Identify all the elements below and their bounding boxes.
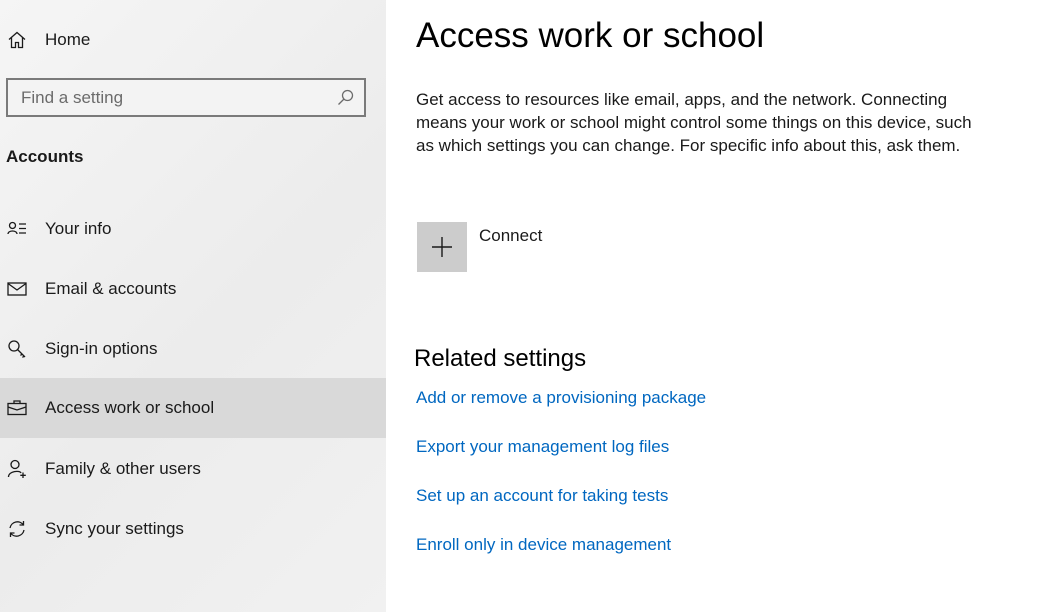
- key-icon: [6, 338, 28, 360]
- sidebar-item-label: Family & other users: [45, 459, 201, 478]
- nav-home[interactable]: Home: [0, 20, 386, 60]
- mail-icon: [6, 278, 28, 300]
- related-settings-title: Related settings: [414, 345, 587, 372]
- sidebar-item-email-accounts[interactable]: Email & accounts: [0, 259, 386, 319]
- settings-window: Home Accounts Your info Email & accounts: [0, 0, 1052, 612]
- page-description: Get access to resources like email, apps…: [416, 90, 972, 155]
- nav-home-label: Home: [45, 30, 91, 49]
- connect-button[interactable]: Connect: [417, 222, 542, 272]
- plus-icon: [432, 237, 452, 257]
- briefcase-icon: [6, 397, 28, 419]
- link-export-management-log[interactable]: Export your management log files: [416, 437, 669, 457]
- sync-icon: [6, 518, 28, 540]
- search-input[interactable]: [8, 80, 321, 115]
- sidebar-item-access-work-or-school[interactable]: Access work or school: [0, 378, 386, 438]
- search-icon[interactable]: [337, 89, 354, 106]
- home-icon: [6, 29, 28, 51]
- connect-tile[interactable]: [417, 222, 467, 272]
- main-content: Access work or school Get access to reso…: [386, 0, 1052, 612]
- add-user-icon: [6, 458, 28, 480]
- sidebar-item-label: Email & accounts: [45, 279, 177, 298]
- page-title: Access work or school: [416, 16, 765, 55]
- search-box[interactable]: [6, 78, 366, 117]
- sidebar-item-sign-in-options[interactable]: Sign-in options: [0, 319, 386, 379]
- sidebar-item-your-info[interactable]: Your info: [0, 199, 386, 259]
- sidebar-item-label: Sign-in options: [45, 339, 158, 358]
- sidebar-item-family-other-users[interactable]: Family & other users: [0, 439, 386, 499]
- user-info-icon: [6, 218, 28, 240]
- sidebar-item-label: Access work or school: [45, 398, 215, 417]
- link-enroll-device-management[interactable]: Enroll only in device management: [416, 535, 671, 555]
- link-account-for-tests[interactable]: Set up an account for taking tests: [416, 486, 668, 506]
- connect-label: Connect: [479, 226, 543, 245]
- sidebar-item-sync-your-settings[interactable]: Sync your settings: [0, 499, 386, 559]
- section-title: Accounts: [6, 147, 84, 166]
- sidebar-item-label: Your info: [45, 219, 112, 238]
- sidebar: Home Accounts Your info Email & accounts: [0, 0, 386, 612]
- link-provisioning-package[interactable]: Add or remove a provisioning package: [416, 388, 706, 408]
- sidebar-item-label: Sync your settings: [45, 519, 184, 538]
